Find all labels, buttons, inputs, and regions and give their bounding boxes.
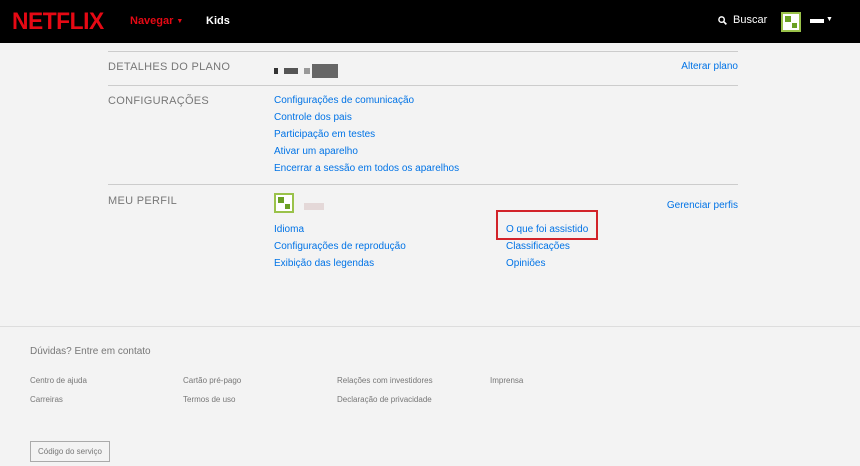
my-profile-label: MEU PERFIL (108, 195, 178, 207)
search-button[interactable]: Buscar (718, 14, 767, 26)
netflix-logo[interactable]: NETFLIX (12, 8, 104, 36)
profile-links-left: Idioma Configurações de reprodução Exibi… (274, 223, 406, 271)
investor-relations-link[interactable]: Relações com investidores (337, 376, 433, 385)
viewing-activity-link[interactable]: O que foi assistido (506, 223, 588, 237)
jobs-link[interactable]: Carreiras (30, 395, 63, 404)
playback-settings-link[interactable]: Configurações de reprodução (274, 240, 406, 254)
settings-section: CONFIGURAÇÕES Configurações de comunicaç… (108, 85, 738, 184)
activate-device-link[interactable]: Ativar um aparelho (274, 145, 459, 159)
service-code-button[interactable]: Código do serviço (30, 441, 110, 462)
ratings-link[interactable]: Classificações (506, 240, 588, 254)
manage-profiles-link[interactable]: Gerenciar perfis (667, 200, 738, 211)
contact-title[interactable]: Dúvidas? Entre em contato (30, 346, 151, 357)
change-plan-link[interactable]: Alterar plano (681, 61, 738, 72)
profile-name-redacted (810, 19, 824, 23)
my-profile-section: MEU PERFIL Gerenciar perfis Idioma Confi… (108, 184, 738, 284)
privacy-statement-link[interactable]: Declaração de privacidade (337, 395, 432, 404)
help-center-link[interactable]: Centro de ajuda (30, 376, 87, 385)
sign-out-all-devices-link[interactable]: Encerrar a sessão em todos os aparelhos (274, 162, 459, 176)
kids-link[interactable]: Kids (206, 15, 230, 27)
plan-details-section: DETALHES DO PLANO Alterar plano (108, 51, 738, 85)
gift-card-link[interactable]: Cartão pré-pago (183, 376, 241, 385)
settings-label: CONFIGURAÇÕES (108, 95, 210, 107)
profile-links-right: O que foi assistido Classificações Opini… (506, 223, 588, 271)
plan-details-label: DETALHES DO PLANO (108, 61, 231, 73)
subtitle-appearance-link[interactable]: Exibição das legendas (274, 257, 406, 271)
top-navigation-bar: NETFLIX Navegar ▼ Kids Buscar ▼ (0, 0, 860, 43)
profile-avatar-icon[interactable] (781, 12, 801, 32)
profile-avatar-icon (274, 193, 294, 213)
parental-controls-link[interactable]: Controle dos pais (274, 111, 459, 125)
search-label: Buscar (733, 14, 768, 26)
profile-name-redacted (304, 203, 324, 210)
settings-links: Configurações de comunicação Controle do… (274, 94, 459, 176)
reviews-link[interactable]: Opiniões (506, 257, 588, 271)
browse-menu-label: Navegar (130, 15, 174, 27)
caret-down-icon: ▼ (176, 18, 184, 25)
browse-menu[interactable]: Navegar ▼ (130, 15, 183, 27)
press-link[interactable]: Imprensa (490, 376, 523, 385)
search-icon (718, 15, 727, 25)
terms-of-use-link[interactable]: Termos de uso (183, 395, 235, 404)
footer: Dúvidas? Entre em contato Centro de ajud… (0, 326, 860, 466)
profile-caret-down-icon[interactable]: ▼ (826, 16, 833, 23)
plan-name-redacted (274, 64, 340, 78)
communication-settings-link[interactable]: Configurações de comunicação (274, 94, 459, 108)
language-link[interactable]: Idioma (274, 223, 406, 237)
test-participation-link[interactable]: Participação em testes (274, 128, 459, 142)
